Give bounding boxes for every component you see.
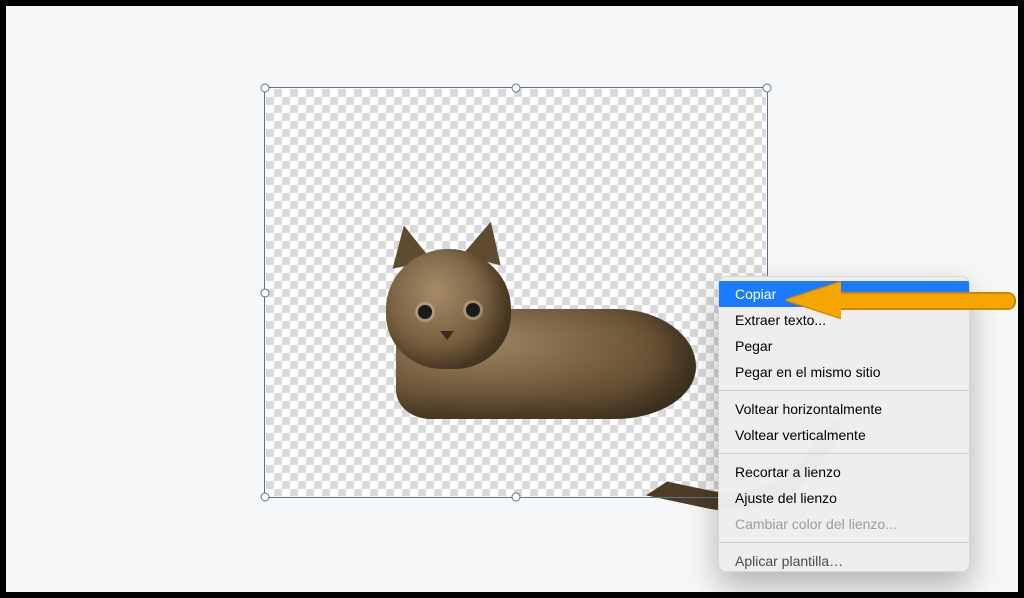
context-menu[interactable]: Copiar Extraer texto... Pegar Pegar en e… xyxy=(718,276,970,572)
cat-image[interactable] xyxy=(326,209,746,469)
image-canvas[interactable] xyxy=(266,89,766,496)
resize-handle-bottom-middle[interactable] xyxy=(512,493,521,502)
menu-separator xyxy=(719,390,969,391)
menu-item-extract-text[interactable]: Extraer texto... xyxy=(719,307,969,333)
resize-handle-bottom-left[interactable] xyxy=(261,493,270,502)
menu-item-copy[interactable]: Copiar xyxy=(719,281,969,307)
cat-eye-left-shape xyxy=(418,305,432,319)
menu-item-paste-in-place[interactable]: Pegar en el mismo sitio xyxy=(719,359,969,385)
menu-item-flip-vertical[interactable]: Voltear verticalmente xyxy=(719,422,969,448)
resize-handle-top-left[interactable] xyxy=(261,84,270,93)
resize-handle-middle-left[interactable] xyxy=(261,288,270,297)
resize-handle-top-right[interactable] xyxy=(763,84,772,93)
menu-item-canvas-fit[interactable]: Ajuste del lienzo xyxy=(719,485,969,511)
editor-window: Copiar Extraer texto... Pegar Pegar en e… xyxy=(6,6,1018,592)
cat-eye-right-shape xyxy=(466,303,480,317)
menu-separator xyxy=(719,542,969,543)
resize-handle-top-middle[interactable] xyxy=(512,84,521,93)
menu-item-flip-horizontal[interactable]: Voltear horizontalmente xyxy=(719,396,969,422)
menu-separator xyxy=(719,453,969,454)
cat-head-shape xyxy=(386,249,511,369)
cat-nose-shape xyxy=(440,331,454,340)
menu-item-change-canvas-color: Cambiar color del lienzo... xyxy=(719,511,969,537)
menu-item-apply-template[interactable]: Aplicar plantilla… xyxy=(719,548,969,571)
menu-item-paste[interactable]: Pegar xyxy=(719,333,969,359)
menu-item-crop-to-canvas[interactable]: Recortar a lienzo xyxy=(719,459,969,485)
